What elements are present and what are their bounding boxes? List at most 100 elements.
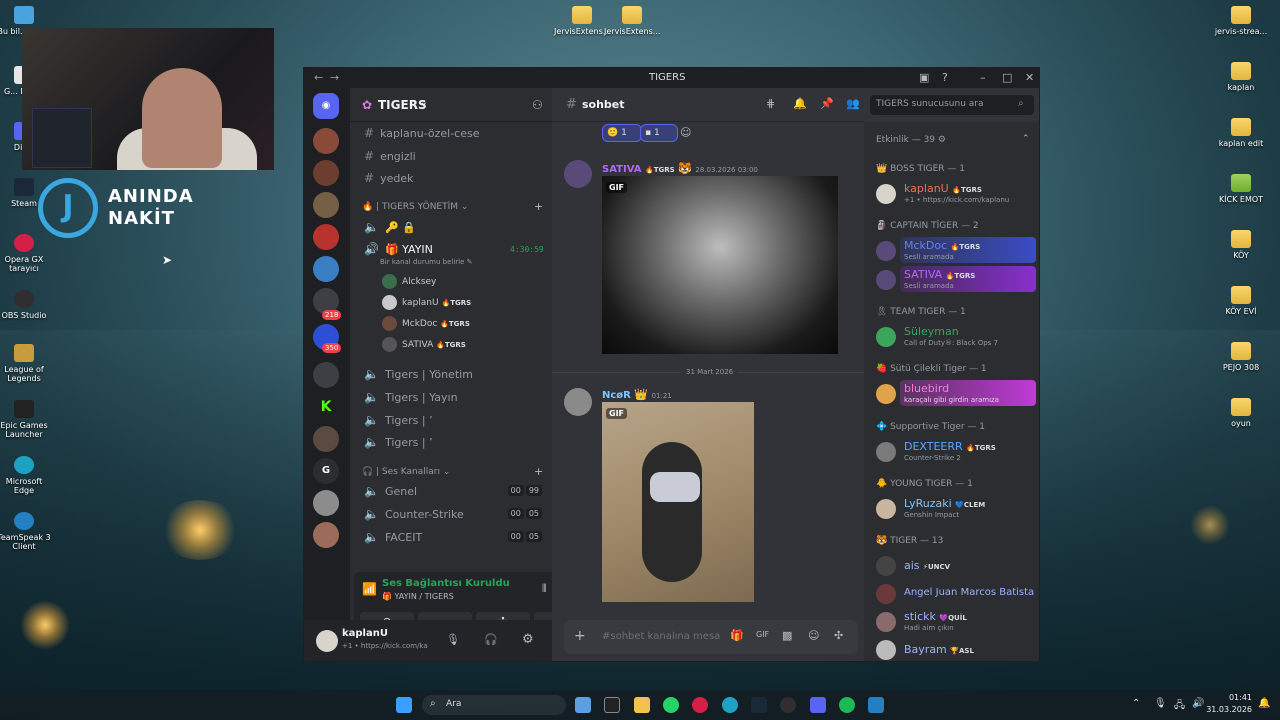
server-icon-g[interactable]: G (313, 458, 339, 484)
channel-item[interactable]: # yedek (364, 171, 413, 185)
member-item[interactable]: stickk 💜QUİL Hadi aim çıkın (876, 608, 1036, 636)
voice-channel-yayin[interactable]: 🔊 🎁 YAYIN (364, 242, 433, 256)
member-list-icon[interactable]: 👥 (846, 97, 860, 110)
maximize-icon[interactable]: □ (1002, 71, 1012, 84)
reaction[interactable]: ▪ 1 (640, 124, 678, 142)
apps-icon[interactable]: ✣ (834, 629, 843, 642)
back-arrow-icon[interactable]: ← (314, 71, 323, 84)
voice-user[interactable]: kaplanU 🔥TGRS (382, 295, 471, 310)
threads-icon[interactable]: ⋕ (766, 97, 775, 110)
server-icon-oceans[interactable] (313, 224, 339, 250)
add-channel-icon[interactable]: + (534, 200, 543, 213)
desktop-icon-obs[interactable]: OBS Studio (0, 290, 52, 320)
minimize-icon[interactable]: – (980, 71, 986, 84)
attach-plus-icon[interactable]: + (574, 628, 586, 644)
member-item[interactable]: LyRuzaki 💙CLEM Genshin Impact (876, 495, 1036, 523)
forward-arrow-icon[interactable]: → (330, 71, 339, 84)
desktop-folder[interactable]: KİCK EMOT (1213, 174, 1269, 204)
desktop-folder[interactable]: JervisExtens... (554, 6, 610, 36)
help-icon[interactable]: ? (942, 71, 948, 84)
server-icon[interactable] (313, 362, 339, 388)
server-icon[interactable] (313, 490, 339, 516)
taskbar-explorer-icon[interactable] (634, 697, 650, 713)
desktop-folder[interactable]: kaplan (1213, 62, 1269, 92)
discord-home-icon[interactable]: ◉ (313, 93, 339, 119)
pin-icon[interactable]: 📌 (820, 97, 834, 110)
voice-status[interactable]: Ses Bağlantısı Kuruldu (382, 578, 510, 589)
category-ses[interactable]: 🎧 | Ses Kanalları ⌄ (362, 467, 450, 477)
noise-icon[interactable]: ⫴ (542, 582, 547, 596)
voice-channel[interactable]: 🔈 Tigers | Yönetim (364, 367, 473, 381)
voice-channel-locked[interactable]: 🔈 🔑 🔒 (364, 220, 416, 234)
taskbar-spotify-icon[interactable] (839, 697, 855, 713)
taskbar-teamspeak-icon[interactable] (868, 697, 884, 713)
gift-icon[interactable]: 🎁 (730, 629, 744, 642)
voice-channel-cs[interactable]: 🔈 Counter-Strike (364, 507, 464, 521)
close-icon[interactable]: ✕ (1025, 71, 1034, 84)
member-item[interactable]: MckDoc 🔥TGRS Sesli aramada (876, 237, 1036, 265)
guild-header[interactable]: ✿ TIGERS ⌄ ⚇ (350, 88, 552, 122)
settings-gear-icon[interactable]: ⚙ (522, 632, 534, 647)
gif-picker-icon[interactable]: GIF (756, 630, 769, 639)
taskbar-epic-icon[interactable] (604, 697, 620, 713)
member-item[interactable]: Angel Juan Marcos Batista (876, 580, 1036, 608)
taskbar-search[interactable]: ⌕ Ara (422, 695, 566, 715)
notification-icon[interactable]: 🔔 (1258, 698, 1270, 709)
desktop-icon-lol[interactable]: League of Legends (0, 344, 52, 383)
member-item[interactable]: DEXTEERR 🔥TGRS Counter-Strike 2 (876, 438, 1036, 466)
taskbar-whatsapp-icon[interactable] (663, 697, 679, 713)
reaction[interactable]: 🙂 1 (602, 124, 642, 142)
gif-image[interactable] (602, 176, 838, 354)
taskbar-app-icon[interactable] (575, 697, 591, 713)
member-item[interactable]: Süleyman Call of Duty®: Black Ops 7 (876, 323, 1036, 351)
taskbar-obs-icon[interactable] (780, 697, 796, 713)
sticker-icon[interactable]: ▩ (782, 629, 792, 642)
channel-status[interactable]: Bir kanal durumu belirle ✎ (380, 258, 473, 266)
server-icon[interactable] (313, 522, 339, 548)
member-item[interactable]: ais ⚡UNCV (876, 552, 1036, 580)
windows-start-icon[interactable] (396, 697, 412, 713)
desktop-icon-edge[interactable]: Microsoft Edge (0, 456, 52, 495)
channel-item[interactable]: # kaplanu-özel-cese (364, 126, 480, 140)
microphone-icon[interactable]: 🎙 (1154, 698, 1167, 709)
server-icon-kick[interactable]: K (313, 394, 339, 420)
desktop-folder[interactable]: JervisExtens... (604, 6, 660, 36)
voice-channel[interactable]: 🔈 Tigers | Yayın (364, 390, 458, 404)
server-icon[interactable] (313, 256, 339, 282)
avatar[interactable] (564, 160, 592, 188)
server-icon-tigers[interactable] (313, 160, 339, 186)
desktop-folder[interactable]: kaplan edit (1213, 118, 1269, 148)
chevron-up-icon[interactable]: ⌃ (1132, 698, 1140, 709)
server-icon[interactable] (313, 128, 339, 154)
emoji-icon[interactable]: ☺ (808, 629, 819, 642)
gif-image[interactable] (602, 402, 754, 602)
avatar[interactable] (564, 388, 592, 416)
chevron-up-icon[interactable]: ⌃ (1022, 134, 1030, 144)
taskbar-steam-icon[interactable] (751, 697, 767, 713)
taskbar-discord-icon[interactable] (810, 697, 826, 713)
voice-channel[interactable]: 🔈 Tigers | ʼ (364, 413, 433, 427)
desktop-icon-epic[interactable]: Epic Games Launcher (0, 400, 52, 439)
avatar[interactable] (316, 630, 338, 652)
desktop-icon-teamspeak[interactable]: TeamSpeak 3 Client (0, 512, 52, 551)
channel-item[interactable]: # engizli (364, 149, 416, 163)
desktop-folder[interactable]: jervis-strea... (1213, 6, 1269, 36)
headphones-icon[interactable]: 🎧 (484, 633, 498, 646)
activity-header[interactable]: Etkinlik — 39 ⚙ (876, 135, 946, 145)
desktop-folder[interactable]: KÖY EVİ (1213, 286, 1269, 316)
clock-date[interactable]: 31.03.2026 (1206, 705, 1252, 714)
voice-channel[interactable]: 🔈 Tigers | ʼ (364, 435, 433, 449)
voice-user[interactable]: Alcksey (382, 274, 436, 289)
desktop-folder[interactable]: KÖY (1213, 230, 1269, 260)
message-input[interactable]: + #sohbet kanalına mesa... 🎁 GIF ▩ ☺ ✣ (564, 620, 858, 654)
member-item[interactable]: SATIVA 🔥TGRS Sesli aramada (876, 266, 1036, 294)
server-icon[interactable] (313, 426, 339, 452)
member-item[interactable]: bluebird karaçalı gibi girdin aramıza (876, 380, 1036, 408)
inbox-icon[interactable]: ▣ (919, 71, 929, 84)
voice-channel-genel[interactable]: 🔈 Genel (364, 484, 417, 498)
voice-user[interactable]: SATIVA 🔥TGRS (382, 337, 466, 352)
microphone-icon[interactable]: 🎙 (446, 633, 460, 646)
server-icon[interactable] (313, 192, 339, 218)
voice-user[interactable]: MckDoc 🔥TGRS (382, 316, 470, 331)
category-yonetim[interactable]: 🔥 | TIGERS YÖNETİM ⌄ (362, 202, 468, 212)
